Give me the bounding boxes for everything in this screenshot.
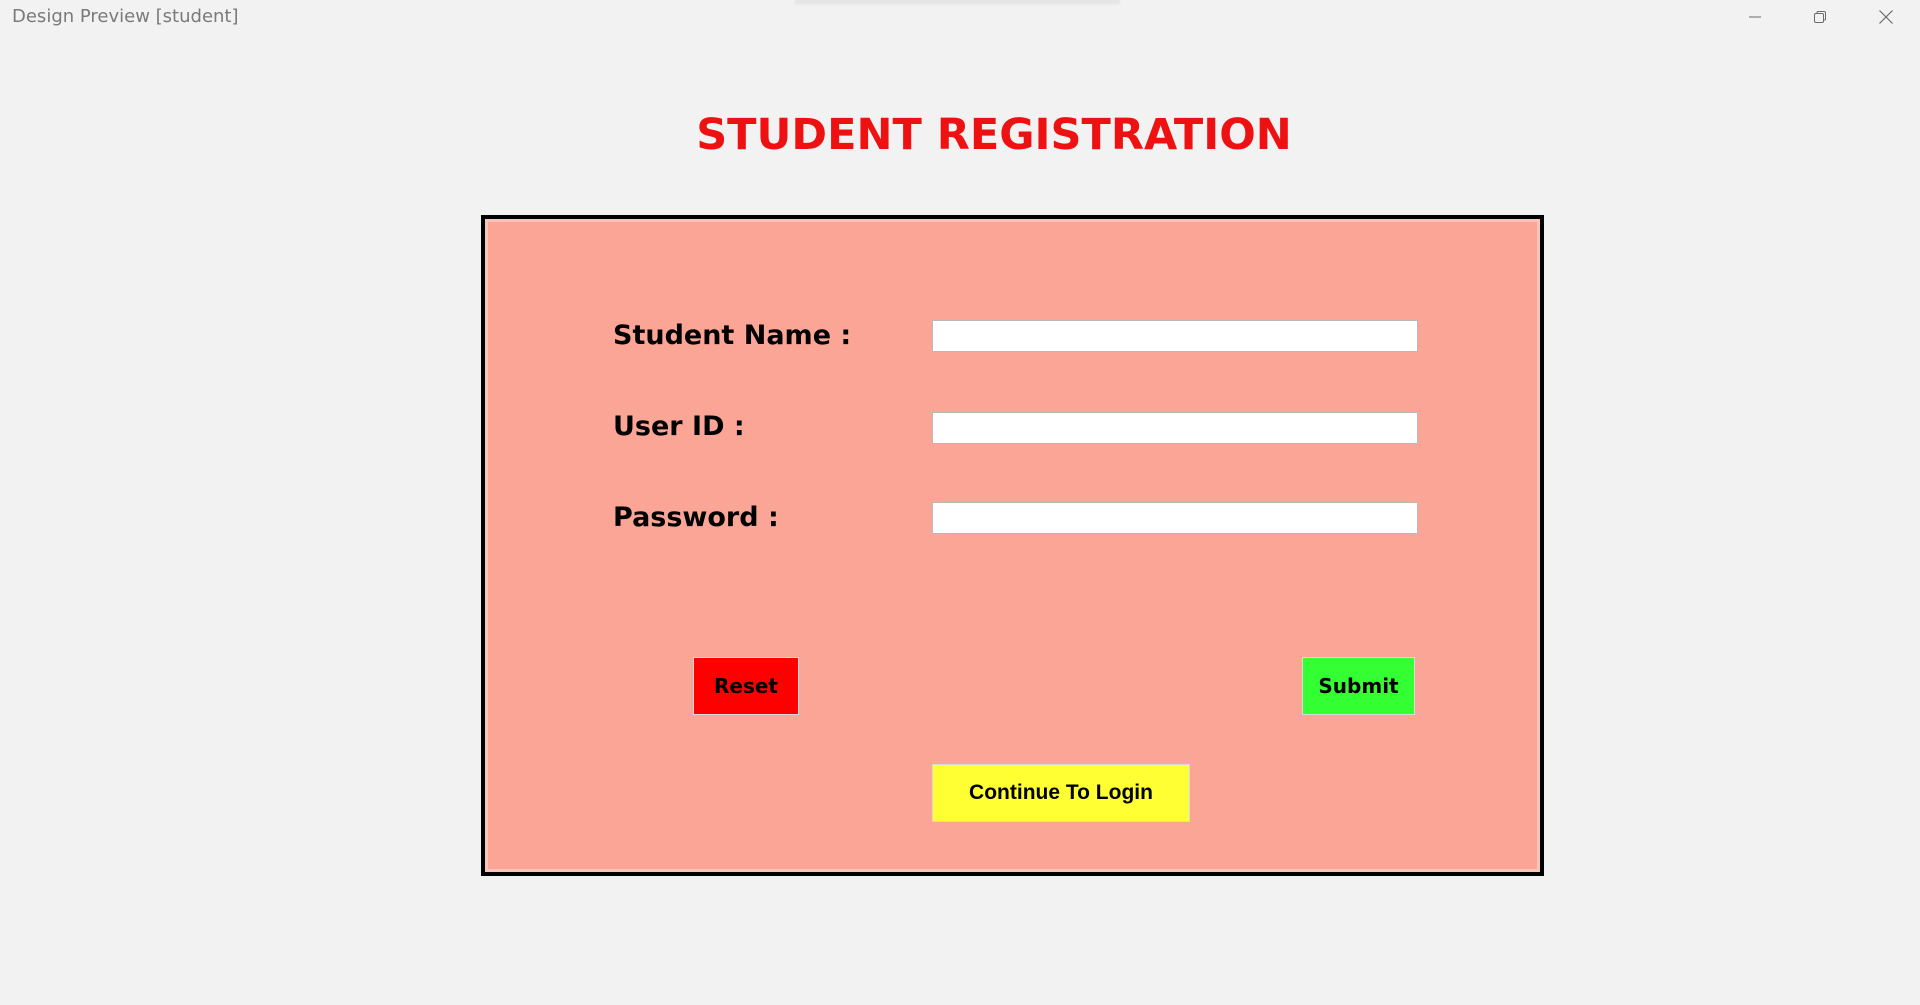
page-title: STUDENT REGISTRATION — [696, 110, 1292, 160]
submit-button[interactable]: Submit — [1302, 657, 1415, 715]
close-icon — [1878, 9, 1894, 25]
student-name-input[interactable] — [932, 320, 1418, 352]
password-input[interactable] — [932, 502, 1418, 534]
user-id-input[interactable] — [932, 412, 1418, 444]
minimize-icon — [1748, 10, 1762, 24]
registration-form-panel: Student Name : User ID : Password : Rese… — [481, 215, 1544, 876]
close-button[interactable] — [1856, 0, 1916, 34]
reset-button[interactable]: Reset — [693, 657, 799, 715]
minimize-button[interactable] — [1725, 0, 1785, 34]
restore-button[interactable] — [1790, 0, 1850, 34]
restore-icon — [1813, 10, 1827, 24]
snap-layout-handle[interactable] — [795, 0, 1120, 3]
title-bar[interactable]: Design Preview [student] — [0, 0, 1920, 34]
student-name-label: Student Name : — [613, 320, 852, 351]
user-id-label: User ID : — [613, 411, 745, 442]
app-window: Design Preview [student] STUDENT REGISTR… — [0, 0, 1920, 1005]
window-title: Design Preview [student] — [12, 6, 239, 27]
password-label: Password : — [613, 502, 779, 533]
continue-to-login-button[interactable]: Continue To Login — [932, 764, 1190, 822]
